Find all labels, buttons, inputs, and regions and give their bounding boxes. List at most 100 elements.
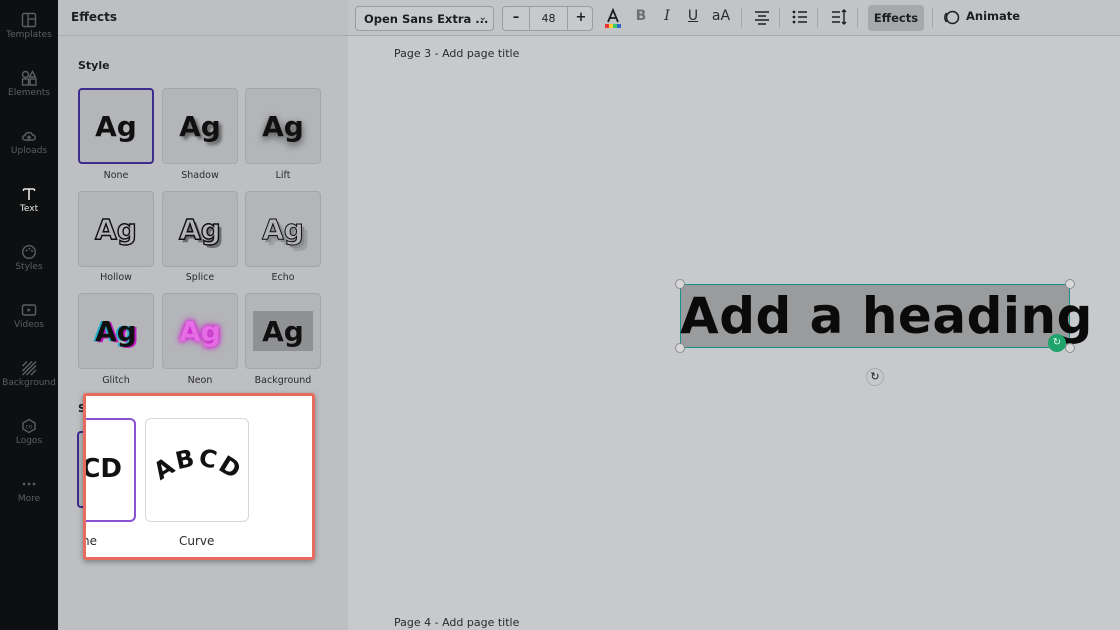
text-color-button[interactable] [604,7,622,28]
increase-size-button[interactable]: + [568,7,594,30]
bold-button[interactable]: B [634,8,648,28]
bullet-list-icon [792,10,807,24]
spacing-button[interactable] [830,8,848,28]
svg-text:ABCD: ABCD [149,443,248,485]
layout-icon [21,12,37,28]
rail-item-templates[interactable]: Templates [0,12,58,40]
shape-tile-none[interactable]: CD [83,418,136,522]
toolbar-divider [817,8,818,28]
style-caption: Background [254,375,312,386]
rail-item-text[interactable]: Text [0,186,58,214]
letter-case-button[interactable]: aA [710,8,732,28]
resize-handle-top-left[interactable] [675,279,685,289]
style-sample: Ag [262,314,304,348]
style-caption: Lift [275,170,291,181]
decrease-size-button[interactable]: – [503,7,529,30]
rail-item-label: Elements [8,88,50,98]
style-tile-none[interactable]: Ag [78,88,154,164]
list-button[interactable] [791,8,809,28]
style-tile-glitch[interactable]: Ag [78,293,154,369]
rail-item-videos[interactable]: Videos [0,302,58,330]
style-caption: Echo [271,272,295,283]
rail-item-label: Templates [6,30,52,40]
rail-item-label: Uploads [10,146,48,156]
curve-text-sample: ABCD [149,443,248,485]
style-sample: Ag [262,212,305,246]
animate-icon [944,10,960,25]
page-3-title[interactable]: Page 3 - Add page title [394,47,519,60]
rail-item-styles[interactable]: Styles [0,244,58,272]
resize-handle-bottom-left[interactable] [675,343,685,353]
underline-button[interactable]: U [686,8,700,28]
page-4-title[interactable]: Page 4 - Add page title [394,616,519,629]
italic-button[interactable]: I [660,8,674,28]
rotate-icon[interactable]: ↻ [866,368,884,386]
top-toolbar: Open Sans Extra ... ⌄ – 48 + B I U aA Ef… [348,0,1120,36]
effects-button[interactable]: Effects [868,5,924,31]
style-tile-shadow[interactable]: Ag [162,88,238,164]
shapes-icon [21,70,37,86]
rail-item-elements[interactable]: Elements [0,70,58,98]
text-color-icon [605,7,621,28]
video-icon [21,304,37,316]
shape-tile-curve[interactable]: ABCD [145,418,249,522]
align-center-icon [755,11,769,25]
shape-caption: Curve [179,534,215,548]
svg-text:co: co [26,424,33,431]
logo-icon: co [22,418,36,434]
style-tile-echo[interactable]: Ag [245,191,321,267]
panel-title: Effects [71,10,118,24]
font-size-input[interactable]: 48 [529,7,568,30]
toolbar-divider [779,8,780,28]
style-tile-hollow[interactable]: Ag [78,191,154,267]
grammarly-icon[interactable]: ↻ [1048,334,1066,352]
toolbar-divider [857,8,858,28]
style-caption: Glitch [102,375,130,386]
style-sample: Ag [179,109,221,143]
font-family-dropdown[interactable]: Open Sans Extra ... ⌄ [355,6,494,31]
style-sample: Ag [178,212,221,246]
font-name: Open Sans Extra ... [364,12,489,26]
animate-button[interactable]: Animate [966,9,1020,23]
rail-item-label: Videos [14,320,44,330]
shape-sample: CD [83,454,122,484]
rail-item-uploads[interactable]: Uploads [0,128,58,156]
chevron-down-icon: ⌄ [478,12,487,23]
line-spacing-icon [832,9,847,25]
palette-icon [21,244,37,260]
style-sample: Ag [262,109,304,143]
heading-text[interactable]: Add a heading [680,284,1092,348]
align-center-button[interactable] [753,8,771,28]
upload-cloud-icon [22,131,36,141]
rail-item-label: More [17,494,41,504]
rail-item-label: Text [19,204,39,214]
style-sample: Ag [95,109,137,143]
style-caption: Hollow [100,272,132,283]
style-section-label: Style [78,59,110,72]
font-size-stepper: – 48 + [502,6,593,31]
rail-item-logos[interactable]: co Logos [0,418,58,446]
style-sample: Ag [94,212,137,246]
style-sample: Ag [179,314,221,348]
style-tile-lift[interactable]: Ag [245,88,321,164]
rail-item-background[interactable]: Background [0,360,58,388]
style-caption: Shadow [181,170,219,181]
panel-header: Effects [58,0,348,36]
toolbar-divider [932,8,933,28]
app-window: Templates Elements Uploads Text Styles V… [0,0,1120,630]
style-caption: None [103,170,129,181]
text-icon [22,188,36,200]
style-tile-background[interactable]: Ag [245,293,321,369]
resize-handle-top-right[interactable] [1065,279,1075,289]
rail-item-label: Logos [15,436,43,446]
style-tile-neon[interactable]: Ag [162,293,238,369]
more-dots-icon [22,482,36,486]
toolbar-divider [741,8,742,28]
rail-item-label: Background [2,378,56,388]
rail-item-label: Styles [15,262,43,272]
style-tile-splice[interactable]: Ag [162,191,238,267]
left-rail: Templates Elements Uploads Text Styles V… [0,0,58,630]
rail-item-more[interactable]: More [0,476,58,504]
resize-handle-bottom-right[interactable] [1065,343,1075,353]
style-sample: Ag [95,314,137,348]
